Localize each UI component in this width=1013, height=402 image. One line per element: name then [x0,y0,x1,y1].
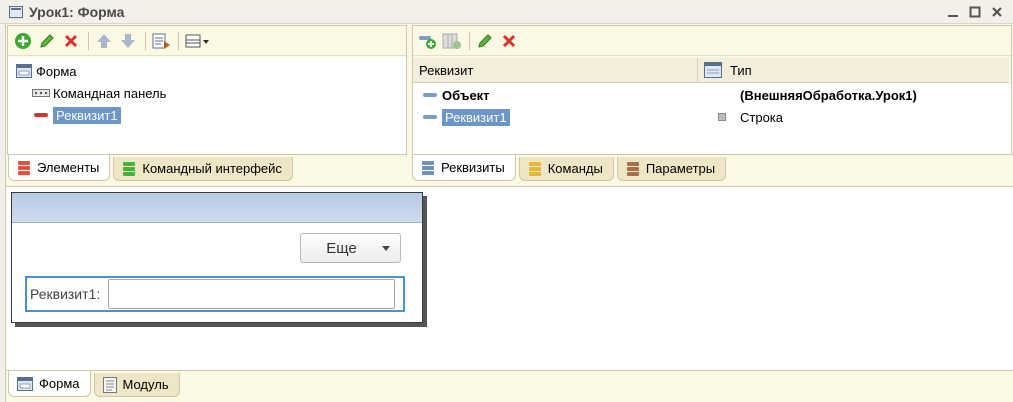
add-attribute-icon[interactable] [417,30,439,52]
tab-label: Форма [39,376,80,391]
field-icon [32,108,50,122]
tab-parameters[interactable]: Параметры [616,157,727,181]
command-interface-tab-icon [122,161,136,177]
tab-attributes[interactable]: Реквизиты [412,155,516,181]
column-header-type[interactable]: Тип [698,58,1009,82]
form-icon [15,64,33,78]
toolbar-separator [88,31,89,50]
attributes-toolbar [413,26,1011,56]
tab-elements[interactable]: Элементы [8,155,111,181]
attribute1-input[interactable] [108,279,396,309]
attributes-tabs: Реквизиты Команды Параметры [412,155,727,181]
elements-panel: Форма Командная панель Реквизит1 [7,25,407,155]
form-tab-icon [17,376,33,391]
attributes-grid-header: Реквизит Тип [413,58,1009,83]
module-tab-icon [102,376,117,393]
attribute-icon [421,110,439,124]
column-header-attribute[interactable]: Реквизит [413,58,698,82]
title-bar: Урок1: Форма [0,0,1013,24]
tree-item-form[interactable]: Форма [15,60,406,82]
commands-tab-icon [528,161,542,177]
delete-icon[interactable] [60,30,82,52]
tree-item-label: Реквизит1 [53,106,121,124]
edit-attribute-icon[interactable] [474,30,496,52]
delete-attribute-icon[interactable] [498,30,520,52]
maximize-icon[interactable] [966,3,983,20]
type-column-icon [704,62,722,78]
form-command-icon[interactable] [150,30,172,52]
attributes-tab-icon [421,160,435,176]
tab-label: Реквизиты [441,160,505,175]
attribute-type: (ВнешняяОбработка.Урок1) [740,87,917,103]
parameters-tab-icon [626,161,640,177]
elements-tree: Форма Командная панель Реквизит1 [8,57,406,154]
tab-label: Команды [547,161,603,176]
window-title: Урок1: Форма [29,3,125,20]
layout-menu-icon[interactable] [183,30,213,52]
attribute-type: Строка [740,109,784,125]
chevron-down-icon [382,246,390,251]
column-header-label: Тип [730,62,752,78]
more-button-label: Еще [326,239,357,257]
elements-toolbar [8,26,406,56]
move-up-icon[interactable] [93,30,115,52]
toolbar-separator [469,31,470,50]
attribute-name: Объект [442,87,490,103]
table-row[interactable]: Объект (ВнешняяОбработка.Урок1) [413,84,1011,106]
type-string-icon [718,113,726,121]
add-column-icon[interactable] [441,30,463,52]
table-row[interactable]: Реквизит1 Строка [413,106,1011,128]
attribute1-field-group: Реквизит1: [25,276,405,312]
tree-item-label: Командная панель [53,85,167,101]
elements-tab-icon [17,160,31,176]
form-window-icon [9,5,23,18]
tree-item-label: Форма [36,63,77,79]
toolbar-separator [178,31,179,50]
more-button[interactable]: Еще [300,233,401,263]
tab-label: Командный интерфейс [142,161,282,176]
attribute1-field-label: Реквизит1: [30,286,101,302]
toolbar-separator [145,31,146,50]
move-down-icon[interactable] [117,30,139,52]
close-icon[interactable] [988,3,1005,20]
edit-icon[interactable] [36,30,58,52]
tab-label: Модуль [122,377,169,392]
attribute-name: Реквизит1 [442,108,510,126]
form-preview-window: Еще Реквизит1: [11,192,423,323]
minimize-icon[interactable] [944,3,961,20]
tree-item-attribute1[interactable]: Реквизит1 [15,104,406,126]
attribute-icon [421,88,439,102]
tab-label: Элементы [37,160,100,175]
tab-command-interface[interactable]: Командный интерфейс [113,157,293,181]
bottom-tabs: Форма Модуль [8,371,180,397]
elements-tabs: Элементы Командный интерфейс [8,155,293,181]
tab-form[interactable]: Форма [8,371,91,397]
add-icon[interactable] [12,30,34,52]
command-bar-icon [32,86,50,100]
form-preview-header [12,193,422,223]
bottom-tab-bar: Форма Модуль [6,370,1013,402]
tree-item-command-bar[interactable]: Командная панель [15,82,406,104]
tab-label: Параметры [645,161,716,176]
attributes-panel: Реквизит Тип Объект (ВнешняяОбработка.Ур… [412,25,1012,155]
attributes-grid: Объект (ВнешняяОбработка.Урок1) Реквизит… [413,83,1011,154]
tab-module[interactable]: Модуль [93,373,180,397]
tab-commands[interactable]: Команды [518,157,614,181]
